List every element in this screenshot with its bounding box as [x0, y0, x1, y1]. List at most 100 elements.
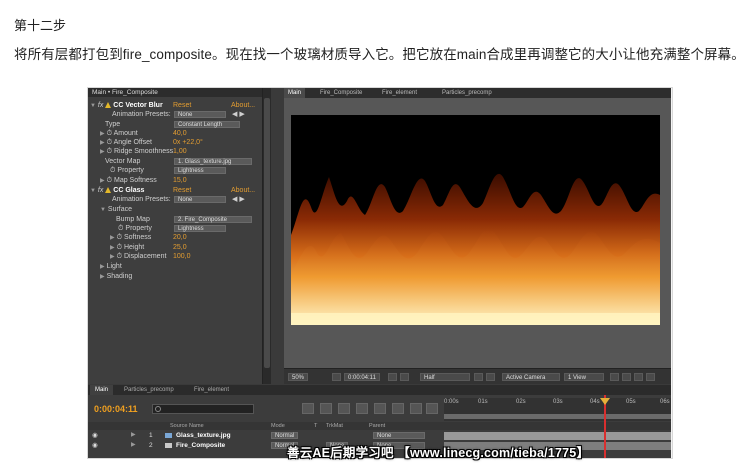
work-area-bar[interactable] — [444, 414, 671, 419]
composition-viewer[interactable] — [284, 98, 671, 368]
camera-dropdown[interactable]: Active Camera — [502, 373, 560, 381]
effect-controls-scrollbar[interactable] — [263, 88, 271, 384]
magnification-dropdown[interactable]: 50% — [288, 373, 309, 381]
collapse-triangle-icon[interactable]: ▼ — [90, 188, 96, 194]
light-group[interactable]: ▶ Light — [100, 262, 122, 271]
hide-shy-layers-icon[interactable] — [356, 403, 368, 414]
column-mode[interactable]: Mode — [271, 422, 285, 430]
timeline-toggle-icon[interactable] — [634, 373, 643, 381]
type-dropdown[interactable]: Constant Length — [174, 120, 240, 129]
region-of-interest-icon[interactable] — [474, 373, 483, 381]
resolution-dropdown[interactable]: Half — [420, 373, 470, 381]
animation-presets-dropdown[interactable]: None — [174, 110, 226, 119]
expand-triangle-icon[interactable]: ▶ — [100, 131, 105, 137]
layer-name[interactable]: Fire_Composite — [176, 441, 225, 450]
expand-triangle-icon[interactable]: ▶ — [110, 235, 115, 241]
brainstorm-icon[interactable] — [426, 403, 438, 414]
stopwatch-icon[interactable]: ⏱ — [107, 130, 112, 137]
layer-color-label[interactable] — [165, 443, 172, 448]
color-channel-icon[interactable] — [400, 373, 409, 381]
column-t[interactable]: T — [314, 422, 317, 430]
expand-triangle-icon[interactable]: ▶ — [110, 254, 115, 260]
expand-triangle-icon[interactable]: ▶ — [131, 441, 136, 450]
ridge-smoothness-value[interactable]: 1,00 — [173, 147, 187, 156]
expand-triangle-icon[interactable]: ▶ — [131, 431, 136, 440]
glass-header[interactable]: ▼ fx CC Glass — [90, 186, 144, 195]
comp-tab-fire-composite[interactable]: Fire_Composite — [320, 88, 362, 98]
safe-zones-icon[interactable] — [332, 373, 341, 381]
transparency-grid-icon[interactable] — [486, 373, 495, 381]
preset-nav-arrows-icon[interactable]: ◀ ▶ — [232, 195, 245, 204]
layer-name[interactable]: Glass_texture.jpg — [176, 431, 231, 440]
glass-property-dropdown[interactable]: Lightness — [174, 224, 226, 233]
angle-offset-value[interactable]: 0x +22,0° — [173, 138, 203, 147]
fast-previews-icon[interactable] — [622, 373, 631, 381]
draft-3d-icon[interactable] — [338, 403, 350, 414]
stopwatch-icon[interactable]: ⏱ — [117, 244, 122, 251]
expand-triangle-icon[interactable]: ▶ — [100, 140, 105, 146]
composition-canvas[interactable] — [291, 115, 660, 325]
timeline-layer-row[interactable]: ◉ ▶ 1 Glass_texture.jpg Normal None — [88, 431, 444, 440]
expand-triangle-icon[interactable]: ▶ — [100, 274, 105, 280]
live-update-icon[interactable] — [320, 403, 332, 414]
comp-tab-fire-element[interactable]: Fire_element — [382, 88, 417, 98]
timeline-tab-fire-element[interactable]: Fire_element — [194, 385, 229, 395]
view-layout-dropdown[interactable]: 1 View — [564, 373, 604, 381]
timeline-tab-main[interactable]: Main — [90, 385, 114, 395]
glass-reset-link[interactable]: Reset — [173, 186, 191, 195]
shading-group[interactable]: ▶ Shading — [100, 272, 132, 281]
scrollbar-thumb[interactable] — [264, 98, 270, 368]
snapshot-icon[interactable] — [388, 373, 397, 381]
amount-value[interactable]: 40,0 — [173, 129, 187, 138]
flowchart-icon[interactable] — [646, 373, 655, 381]
column-parent[interactable]: Parent — [369, 422, 385, 430]
comp-mini-flowchart-icon[interactable] — [302, 403, 314, 414]
current-time-indicator-head-icon[interactable] — [600, 398, 610, 405]
vector-blur-header[interactable]: ▼ fx CC Vector Blur — [90, 101, 163, 110]
expand-triangle-icon[interactable]: ▶ — [110, 245, 115, 251]
render-toggle-icon[interactable] — [610, 373, 619, 381]
stopwatch-icon[interactable]: ⏱ — [117, 253, 122, 260]
motion-blur-icon[interactable] — [392, 403, 404, 414]
stopwatch-icon[interactable]: ⏱ — [110, 167, 115, 174]
stopwatch-icon[interactable]: ⏱ — [117, 234, 122, 241]
preset-nav-arrows-icon[interactable]: ◀ ▶ — [232, 110, 245, 119]
vector-blur-reset-link[interactable]: Reset — [173, 101, 191, 110]
collapse-triangle-icon[interactable]: ▼ — [100, 207, 106, 213]
bump-map-dropdown[interactable]: 2. Fire_Composite — [174, 215, 252, 224]
animation-presets-dropdown[interactable]: None — [174, 195, 226, 204]
expand-triangle-icon[interactable]: ▶ — [100, 149, 105, 155]
vector-map-dropdown[interactable]: 1. Glass_texture.jpg — [174, 157, 252, 166]
column-source-name[interactable]: Source Name — [170, 422, 204, 430]
layer-mode-dropdown[interactable]: Normal — [271, 432, 299, 439]
stopwatch-icon[interactable]: ⏱ — [107, 148, 112, 155]
current-time-display[interactable]: 0:00:04:11 — [344, 373, 380, 381]
surface-group[interactable]: ▼ Surface — [100, 205, 132, 214]
stopwatch-icon[interactable]: ⏱ — [107, 177, 112, 184]
property-dropdown[interactable]: Lightness — [174, 166, 226, 175]
timeline-timecode[interactable]: 0:00:04:11 — [94, 404, 138, 414]
column-trkmat[interactable]: TrkMat — [326, 422, 343, 430]
layer-duration-bar[interactable] — [444, 432, 671, 440]
comp-tab-main[interactable]: Main — [284, 88, 306, 98]
eye-icon[interactable]: ◉ — [92, 431, 98, 440]
stopwatch-icon[interactable]: ⏱ — [107, 139, 112, 146]
comp-tab-particles-precomp[interactable]: Particles_precomp — [442, 88, 492, 98]
map-softness-value[interactable]: 15,0 — [173, 176, 187, 185]
frame-blending-icon[interactable] — [374, 403, 386, 414]
collapse-triangle-icon[interactable]: ▼ — [90, 103, 96, 109]
layer-color-label[interactable] — [165, 433, 172, 438]
glass-about-link[interactable]: About... — [231, 186, 255, 195]
stopwatch-icon[interactable]: ⏱ — [118, 225, 123, 232]
vector-blur-about-link[interactable]: About... — [231, 101, 255, 110]
graph-editor-icon[interactable] — [410, 403, 422, 414]
glass-displacement-value[interactable]: 100,0 — [173, 252, 191, 261]
eye-icon[interactable]: ◉ — [92, 441, 98, 450]
layer-parent-dropdown[interactable]: None — [373, 432, 425, 439]
expand-triangle-icon[interactable]: ▶ — [100, 264, 105, 270]
timeline-tab-particles-precomp[interactable]: Particles_precomp — [124, 385, 174, 395]
layer-search-input[interactable] — [152, 404, 254, 414]
glass-softness-value[interactable]: 20,0 — [173, 233, 187, 242]
glass-height-value[interactable]: 25,0 — [173, 243, 187, 252]
expand-triangle-icon[interactable]: ▶ — [100, 178, 105, 184]
